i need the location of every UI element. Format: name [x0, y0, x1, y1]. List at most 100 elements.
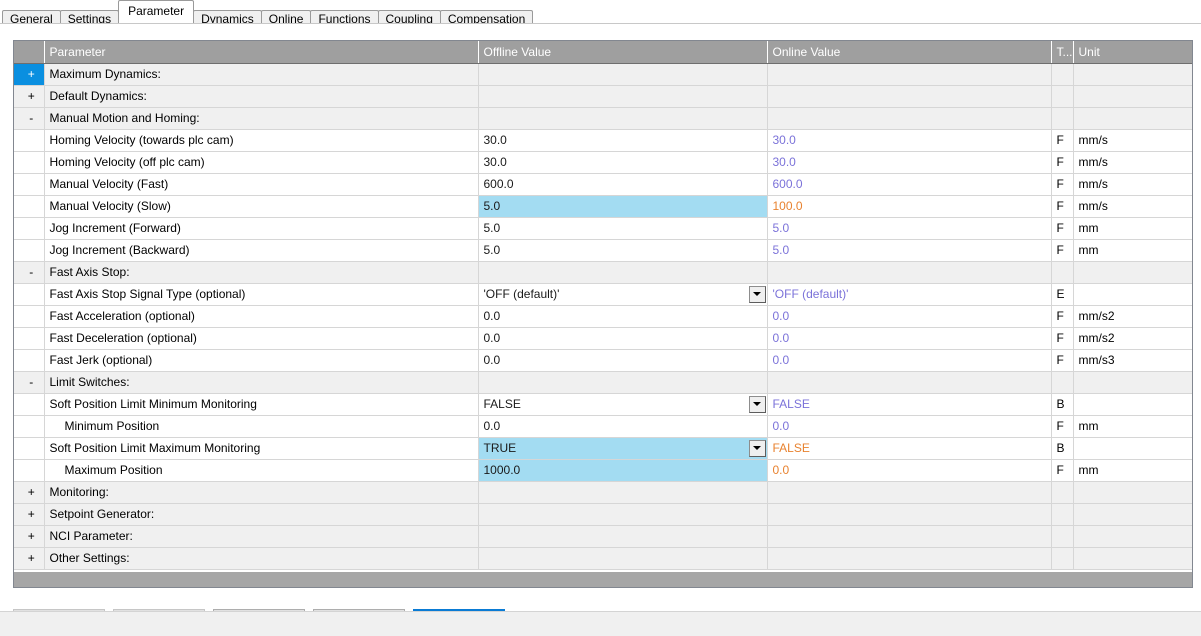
table-row[interactable]: Homing Velocity (towards plc cam) 30.0 30.… [14, 129, 1192, 152]
column-header-unit[interactable]: Unit [1073, 41, 1192, 64]
collapse-expander-icon[interactable]: - [14, 261, 45, 284]
table-row[interactable]: Soft Position Limit Minimum Monitoring FA… [14, 393, 1192, 416]
cell-offline-value[interactable] [478, 85, 768, 108]
table-row[interactable]: Fast Axis Stop Signal Type (optional) 'OF… [14, 283, 1192, 306]
cell-offline-value[interactable] [478, 63, 768, 86]
cell-online-value: 0.0 [767, 415, 1052, 438]
tab-parameter[interactable]: Parameter [118, 0, 195, 23]
dropdown-arrow-button[interactable] [748, 439, 766, 457]
expander-placeholder [14, 129, 45, 152]
collapse-expander-icon[interactable]: - [14, 107, 45, 130]
table-row[interactable]: Minimum Position 0.0 0.0 Fmm [14, 415, 1192, 438]
cell-type: E [1051, 283, 1074, 306]
cell-unit [1073, 63, 1192, 86]
table-row[interactable]: Manual Velocity (Slow) 5.0 100.0 Fmm/s [14, 195, 1192, 218]
cell-offline-value[interactable]: 5.0 [478, 195, 768, 218]
cell-offline-value[interactable]: 5.0 [478, 239, 768, 262]
cell-unit: mm [1073, 217, 1192, 240]
parameter-table: Parameter Offline Value Online Value T..… [14, 41, 1192, 570]
bottom-strip [0, 611, 1201, 636]
cell-offline-value[interactable]: FALSE [478, 393, 768, 416]
column-header-offline-value[interactable]: Offline Value [478, 41, 768, 64]
cell-offline-value[interactable] [478, 525, 768, 548]
expand-expander-icon[interactable]: + [14, 503, 45, 526]
cell-offline-value[interactable] [478, 503, 768, 526]
table-row[interactable]: + NCI Parameter: [14, 525, 1192, 548]
column-header-type[interactable]: T... [1051, 41, 1074, 64]
offline-value-text: 5.0 [483, 221, 501, 235]
cell-unit: mm/s [1073, 173, 1192, 196]
expand-expander-icon[interactable]: + [14, 481, 45, 504]
collapse-expander-icon[interactable]: - [14, 371, 45, 394]
cell-type [1051, 63, 1074, 86]
table-row[interactable]: Fast Acceleration (optional) 0.0 0.0 Fmm/s2 [14, 305, 1192, 328]
table-row[interactable]: Soft Position Limit Maximum Monitoring TR… [14, 437, 1192, 460]
table-row[interactable]: Homing Velocity (off plc cam) 30.0 30.0 Fmm… [14, 151, 1192, 174]
cell-parameter-name: Jog Increment (Forward) [44, 217, 479, 240]
table-row[interactable]: Manual Velocity (Fast) 600.0 600.0 Fmm/s [14, 173, 1192, 196]
table-row[interactable]: Maximum Position 1000.0 0.0 Fmm [14, 459, 1192, 482]
table-row[interactable]: Jog Increment (Backward) 5.0 5.0 Fmm [14, 239, 1192, 262]
expander-placeholder [14, 195, 45, 218]
cell-parameter-name: Setpoint Generator: [44, 503, 479, 526]
cell-offline-value[interactable]: 0.0 [478, 415, 768, 438]
cell-offline-value[interactable]: TRUE [478, 437, 768, 460]
cell-type [1051, 261, 1074, 284]
cell-offline-value[interactable]: 5.0 [478, 217, 768, 240]
table-row[interactable]: + Other Settings: [14, 547, 1192, 570]
cell-online-value [767, 85, 1052, 108]
table-row[interactable]: Fast Jerk (optional) 0.0 0.0 Fmm/s3 [14, 349, 1192, 372]
dropdown-arrow-button[interactable] [748, 395, 766, 413]
column-header-parameter[interactable]: Parameter [44, 41, 479, 64]
table-row[interactable]: + Setpoint Generator: [14, 503, 1192, 526]
horizontal-scrollbar[interactable] [14, 571, 1192, 587]
table-row[interactable]: Jog Increment (Forward) 5.0 5.0 Fmm [14, 217, 1192, 240]
cell-parameter-name: Soft Position Limit Maximum Monitoring [44, 437, 479, 460]
cell-offline-value[interactable] [478, 547, 768, 570]
cell-offline-value[interactable] [478, 107, 768, 130]
cell-type: F [1051, 151, 1074, 174]
cell-unit [1073, 283, 1192, 306]
cell-offline-value[interactable]: 0.0 [478, 327, 768, 350]
cell-offline-value[interactable]: 30.0 [478, 151, 768, 174]
expand-expander-icon[interactable]: + [14, 85, 45, 108]
offline-value-text: 'OFF (default)' [483, 287, 560, 301]
table-row[interactable]: - Manual Motion and Homing: [14, 107, 1192, 130]
expand-expander-icon[interactable]: + [14, 63, 45, 86]
cell-parameter-name: Jog Increment (Backward) [44, 239, 479, 262]
cell-online-value: 0.0 [767, 327, 1052, 350]
cell-parameter-name: Maximum Position [44, 459, 479, 482]
cell-online-value: 30.0 [767, 129, 1052, 152]
expand-expander-icon[interactable]: + [14, 525, 45, 548]
cell-offline-value[interactable] [478, 261, 768, 284]
parameter-grid[interactable]: Parameter Offline Value Online Value T..… [13, 40, 1193, 588]
cell-parameter-name: Fast Deceleration (optional) [44, 327, 479, 350]
dropdown-arrow-button[interactable] [748, 285, 766, 303]
cell-offline-value[interactable]: 30.0 [478, 129, 768, 152]
table-row[interactable]: + Default Dynamics: [14, 85, 1192, 108]
expander-placeholder [14, 239, 45, 262]
expander-placeholder [14, 173, 45, 196]
column-header-expander[interactable] [14, 41, 45, 64]
table-row[interactable]: - Fast Axis Stop: [14, 261, 1192, 284]
offline-value-text: 30.0 [483, 155, 507, 169]
cell-offline-value[interactable]: 600.0 [478, 173, 768, 196]
offline-value-text: 0.0 [483, 331, 501, 345]
cell-offline-value[interactable]: 'OFF (default)' [478, 283, 768, 306]
cell-offline-value[interactable]: 1000.0 [478, 459, 768, 482]
cell-type [1051, 481, 1074, 504]
cell-offline-value[interactable] [478, 371, 768, 394]
table-row[interactable]: + Monitoring: [14, 481, 1192, 504]
cell-offline-value[interactable]: 0.0 [478, 305, 768, 328]
table-row[interactable]: + Maximum Dynamics: [14, 63, 1192, 86]
cell-type: F [1051, 415, 1074, 438]
expand-expander-icon[interactable]: + [14, 547, 45, 570]
cell-online-value: 600.0 [767, 173, 1052, 196]
cell-unit: mm/s3 [1073, 349, 1192, 372]
cell-offline-value[interactable]: 0.0 [478, 349, 768, 372]
cell-type [1051, 85, 1074, 108]
table-row[interactable]: - Limit Switches: [14, 371, 1192, 394]
table-row[interactable]: Fast Deceleration (optional) 0.0 0.0 Fmm/s2 [14, 327, 1192, 350]
cell-offline-value[interactable] [478, 481, 768, 504]
column-header-online-value[interactable]: Online Value [767, 41, 1052, 64]
